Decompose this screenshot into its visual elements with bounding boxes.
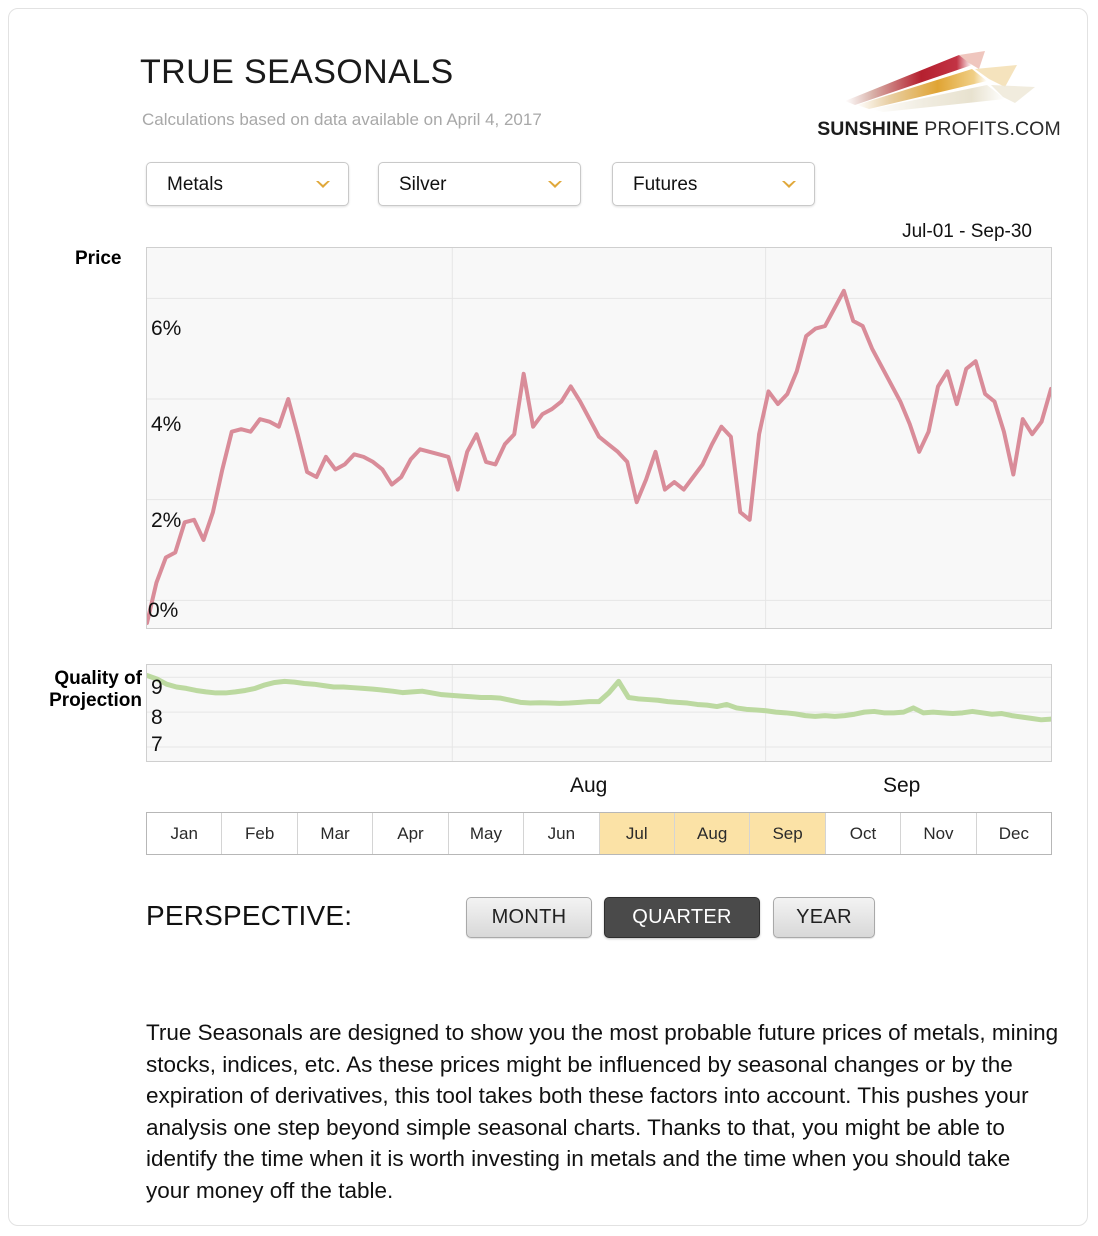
- logo-rays-icon: [845, 51, 1035, 112]
- chevron-down-icon: [782, 181, 796, 188]
- month-cell-jan[interactable]: Jan: [147, 813, 223, 854]
- month-cell-mar[interactable]: Mar: [298, 813, 374, 854]
- perspective-month-button[interactable]: MONTH: [466, 897, 592, 938]
- quality-chart-plot: [147, 665, 1051, 761]
- axis-label-aug: Aug: [570, 774, 608, 797]
- quality-ytick-9: 9: [151, 676, 163, 699]
- dropdown-category[interactable]: Metals: [146, 162, 349, 206]
- dropdown-instrument[interactable]: Futures: [612, 162, 815, 206]
- logo-text-sunshine: SUNSHINE: [817, 118, 919, 140]
- price-ytick-6: 6%: [151, 317, 182, 340]
- price-ytick-4: 4%: [151, 413, 182, 436]
- dropdown-asset[interactable]: Silver: [378, 162, 581, 206]
- month-cell-may[interactable]: May: [449, 813, 525, 854]
- price-axis-label: Price: [75, 248, 122, 269]
- perspective-year-button[interactable]: YEAR: [773, 897, 875, 938]
- month-cell-jun[interactable]: Jun: [524, 813, 600, 854]
- month-cell-feb[interactable]: Feb: [222, 813, 298, 854]
- true-seasonals-card: TRUE SEASONALS Calculations based on dat…: [8, 8, 1088, 1226]
- description-text: True Seasonals are designed to show you …: [146, 1020, 1059, 1203]
- month-cell-jul[interactable]: Jul: [599, 813, 675, 854]
- month-cell-dec[interactable]: Dec: [977, 813, 1051, 854]
- price-chart: [146, 247, 1052, 629]
- month-cell-aug[interactable]: Aug: [674, 813, 751, 854]
- date-range-label: Jul-01 - Sep-30: [902, 221, 1032, 242]
- chevron-down-icon: [316, 181, 330, 188]
- quality-of-projection-chart: [146, 664, 1052, 762]
- price-ytick-2: 2%: [151, 509, 182, 532]
- page-title: TRUE SEASONALS: [140, 53, 454, 91]
- chevron-down-icon: [548, 181, 562, 188]
- month-cell-apr[interactable]: Apr: [373, 813, 449, 854]
- price-ytick-0: 0%: [148, 599, 179, 622]
- dropdown-asset-value: Silver: [399, 174, 447, 195]
- logo-text-profits: PROFITS.COM: [918, 118, 1061, 140]
- month-cell-nov[interactable]: Nov: [901, 813, 977, 854]
- dropdown-instrument-value: Futures: [633, 174, 698, 195]
- quality-label-line1: Quality of: [54, 668, 142, 689]
- quality-ytick-7: 7: [151, 733, 163, 756]
- page-subtitle: Calculations based on data available on …: [142, 110, 542, 129]
- month-cell-oct[interactable]: Oct: [826, 813, 902, 854]
- perspective-quarter-button[interactable]: QUARTER: [604, 897, 760, 938]
- quality-label-line2: Projection: [49, 690, 142, 711]
- quality-axis-label: Quality of Projection: [42, 668, 142, 712]
- logo-wordmark: SUNSHINE PROFITS.COM: [811, 118, 1067, 141]
- dropdown-category-value: Metals: [167, 174, 223, 195]
- perspective-label: PERSPECTIVE:: [146, 900, 353, 931]
- sunshine-profits-logo: SUNSHINE PROFITS.COM: [809, 39, 1067, 147]
- quality-ytick-8: 8: [151, 706, 163, 729]
- month-cell-sep[interactable]: Sep: [750, 813, 826, 854]
- price-chart-plot: [147, 248, 1051, 628]
- axis-label-sep: Sep: [883, 774, 921, 797]
- month-selector[interactable]: Jan Feb Mar Apr May Jun Jul Aug Sep Oct Nov Dec: [146, 812, 1052, 855]
